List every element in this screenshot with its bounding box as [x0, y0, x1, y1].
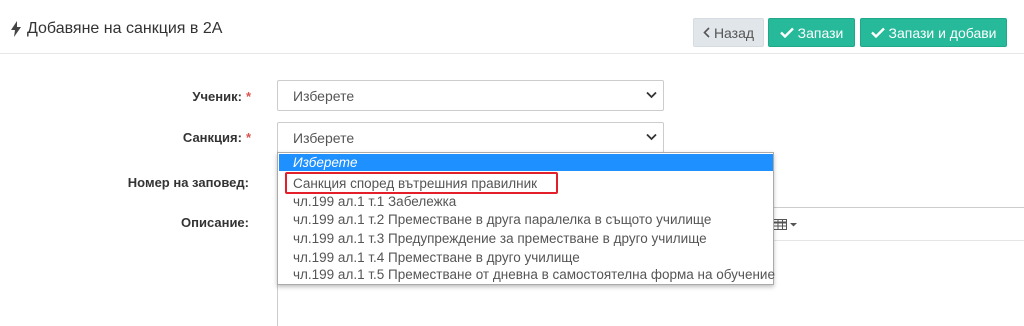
dropdown-option[interactable]: чл.199 ал.1 т.1 Забележка — [279, 193, 773, 210]
order-number-label: Номер на заповед: — [127, 175, 249, 190]
dropdown-option[interactable]: чл.199 ал.1 т.2 Преместване в друга пара… — [279, 211, 773, 228]
dropdown-option[interactable]: Изберете — [279, 154, 773, 171]
check-icon — [779, 27, 794, 38]
sanction-label: Санкция: * — [183, 130, 251, 145]
student-select-value: Изберете — [293, 87, 355, 104]
chevron-down-icon — [646, 91, 657, 99]
dropdown-option[interactable]: Санкция според вътрешния правилник — [279, 175, 773, 192]
table-icon[interactable] — [773, 219, 797, 230]
student-label-text: Ученик: — [192, 89, 242, 104]
chevron-down-icon — [646, 133, 657, 141]
required-mark: * — [245, 89, 251, 104]
page-title: Добавяне на санкция в 2А — [10, 20, 222, 38]
student-label: Ученик: * — [192, 89, 251, 104]
check-icon — [870, 27, 885, 38]
back-button[interactable]: Назад — [693, 18, 764, 47]
sanction-dropdown-list: Изберете Санкция според вътрешния правил… — [277, 152, 775, 285]
save-and-add-button-label: Запази и добави — [888, 24, 997, 41]
page-header: Добавяне на санкция в 2А Назад Запази За… — [0, 0, 1024, 54]
sanction-select[interactable]: Изберете — [277, 122, 664, 153]
page-title-text: Добавяне на санкция в 2А — [27, 20, 223, 37]
dropdown-option[interactable]: чл.199 ал.1 т.5 Преместване от дневна в … — [279, 266, 775, 283]
sanction-label-text: Санкция: — [182, 130, 242, 145]
sanction-select-value: Изберете — [293, 129, 355, 146]
dropdown-option[interactable]: чл.199 ал.1 т.4 Преместване в друго учил… — [279, 249, 773, 266]
description-label: Описание: — [181, 215, 249, 230]
back-button-label: Назад — [713, 24, 755, 41]
dropdown-option[interactable]: чл.199 ал.1 т.3 Предупреждение за премес… — [279, 230, 773, 247]
bolt-icon — [11, 21, 21, 37]
student-select[interactable]: Изберете — [277, 80, 664, 111]
save-button[interactable]: Запази — [768, 18, 855, 47]
save-and-add-button[interactable]: Запази и добави — [860, 18, 1007, 47]
required-mark: * — [245, 130, 251, 145]
save-button-label: Запази — [797, 24, 844, 41]
chevron-left-icon — [703, 27, 710, 38]
